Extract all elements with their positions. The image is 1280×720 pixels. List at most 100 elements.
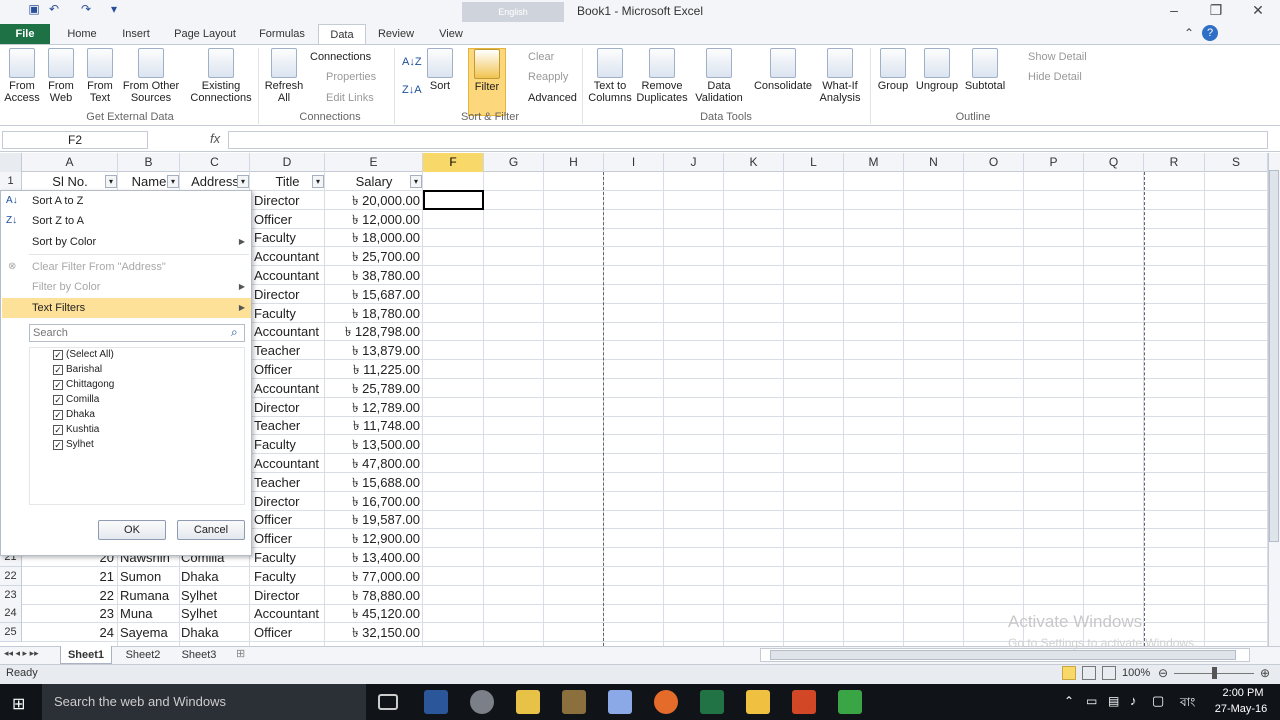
cell-title[interactable]: Faculty bbox=[254, 548, 324, 567]
checkbox-checked-icon[interactable]: ✓ bbox=[53, 350, 63, 360]
reapply-button[interactable]: Reapply bbox=[528, 68, 568, 86]
filter-by-color-item[interactable]: Filter by Color ▶ bbox=[2, 277, 251, 297]
clear-button[interactable]: Clear bbox=[528, 48, 554, 66]
text-to-columns-button[interactable]: Text to Columns bbox=[588, 48, 632, 116]
checkbox-checked-icon[interactable]: ✓ bbox=[53, 440, 63, 450]
from-text-button[interactable]: From Text bbox=[82, 48, 118, 116]
cell-salary[interactable]: ৳ 15,688.00 bbox=[325, 473, 422, 492]
zoom-out-icon[interactable]: ⊖ bbox=[1158, 666, 1168, 680]
column-header-m[interactable]: M bbox=[844, 153, 904, 172]
notification-icon[interactable]: ▢ bbox=[1152, 693, 1164, 709]
page-layout-view-icon[interactable] bbox=[1082, 666, 1096, 680]
select-all-corner[interactable] bbox=[0, 153, 22, 172]
cell-title[interactable]: Director bbox=[254, 285, 324, 304]
cell-salary[interactable]: ৳ 19,587.00 bbox=[325, 510, 422, 529]
column-header-j[interactable]: J bbox=[664, 153, 724, 172]
ribbon-minimize-icon[interactable]: ⌃ bbox=[1184, 26, 1194, 40]
tab-formulas[interactable]: Formulas bbox=[252, 24, 312, 44]
column-header-n[interactable]: N bbox=[904, 153, 964, 172]
checkbox-checked-icon[interactable]: ✓ bbox=[53, 395, 63, 405]
cell-salary[interactable]: ৳ 77,000.00 bbox=[325, 567, 422, 586]
formula-input[interactable] bbox=[228, 131, 1268, 149]
column-header-f[interactable]: F bbox=[423, 153, 484, 172]
clear-filter-item[interactable]: ⊗ Clear Filter From "Address" bbox=[2, 257, 251, 277]
cell-title[interactable]: Faculty bbox=[254, 228, 324, 247]
insert-sheet-icon[interactable]: ⊞ bbox=[236, 647, 245, 660]
filter-dropdown-icon[interactable]: ▾ bbox=[410, 175, 422, 188]
filter-checkbox-item[interactable]: ✓ (Select All) bbox=[53, 347, 233, 362]
zoom-slider-thumb[interactable] bbox=[1212, 667, 1217, 679]
zoom-in-icon[interactable]: ⊕ bbox=[1260, 666, 1270, 680]
cancel-button[interactable]: Cancel bbox=[177, 520, 245, 540]
firefox-icon[interactable] bbox=[654, 690, 678, 714]
ungroup-button[interactable]: Ungroup bbox=[914, 48, 960, 116]
checkbox-checked-icon[interactable]: ✓ bbox=[53, 410, 63, 420]
sort-z-to-a-item[interactable]: Z↓ Sort Z to A bbox=[2, 211, 251, 231]
save-icon[interactable]: ▣ bbox=[26, 2, 42, 20]
ok-button[interactable]: OK bbox=[98, 520, 166, 540]
data-validation-button[interactable]: Data Validation bbox=[690, 48, 748, 116]
column-header-b[interactable]: B bbox=[118, 153, 180, 172]
subtotal-button[interactable]: Subtotal bbox=[962, 48, 1008, 116]
cell-salary[interactable]: ৳ 12,900.00 bbox=[325, 529, 422, 548]
row-header[interactable]: 23 bbox=[0, 585, 22, 605]
tab-file[interactable]: File bbox=[0, 24, 50, 44]
cube-icon[interactable] bbox=[608, 690, 632, 714]
vertical-scroll-thumb[interactable] bbox=[1269, 170, 1279, 542]
filter-button[interactable]: Filter bbox=[468, 48, 506, 116]
app-icon[interactable] bbox=[470, 690, 494, 714]
cell-salary[interactable]: ৳ 18,780.00 bbox=[325, 304, 422, 323]
cell-name[interactable]: Muna bbox=[120, 604, 178, 623]
header-cell-a[interactable]: Sl No. bbox=[22, 172, 118, 191]
page-break-view-icon[interactable] bbox=[1102, 666, 1116, 680]
sort-a-to-z-item[interactable]: A↓ Sort A to Z bbox=[2, 191, 251, 211]
network-icon[interactable]: ▤ bbox=[1108, 694, 1119, 708]
column-header-q[interactable]: Q bbox=[1084, 153, 1144, 172]
cell-title[interactable]: Accountant bbox=[254, 379, 324, 398]
cell-title[interactable]: Officer bbox=[254, 360, 324, 379]
close-button[interactable]: ✕ bbox=[1240, 2, 1276, 22]
cell-address[interactable]: Sylhet bbox=[181, 586, 249, 605]
tab-view[interactable]: View bbox=[428, 24, 474, 44]
undo-icon[interactable]: ↶ bbox=[46, 2, 62, 20]
filter-dropdown-icon[interactable]: ▾ bbox=[312, 175, 324, 188]
filter-checkbox-item[interactable]: ✓ Dhaka bbox=[53, 407, 233, 422]
edit-links-button[interactable]: Edit Links bbox=[326, 89, 374, 107]
cell-title[interactable]: Officer bbox=[254, 510, 324, 529]
cell-title[interactable]: Accountant bbox=[254, 322, 324, 341]
cell-title[interactable]: Officer bbox=[254, 529, 324, 548]
cell-salary[interactable]: ৳ 11,748.00 bbox=[325, 416, 422, 435]
explorer-icon[interactable] bbox=[746, 690, 770, 714]
cell-title[interactable]: Faculty bbox=[254, 435, 324, 454]
column-header-p[interactable]: P bbox=[1024, 153, 1084, 172]
refresh-all-button[interactable]: Refresh All bbox=[262, 48, 306, 116]
filter-dropdown-icon[interactable]: ▾ bbox=[167, 175, 179, 188]
filter-checkbox-item[interactable]: ✓ Kushtia bbox=[53, 422, 233, 437]
cell-sl-no[interactable]: 24 bbox=[22, 623, 116, 642]
header-cell-e[interactable]: Salary bbox=[325, 172, 423, 191]
cell-title[interactable]: Teacher bbox=[254, 473, 324, 492]
cell-title[interactable]: Director bbox=[254, 492, 324, 511]
cell-name[interactable]: Sayema bbox=[120, 623, 178, 642]
minimize-button[interactable]: – bbox=[1156, 2, 1192, 22]
cell-title[interactable]: Officer bbox=[254, 210, 324, 229]
sort-az-icon[interactable]: A↓Z bbox=[402, 56, 422, 68]
cell-salary[interactable]: ৳ 38,780.00 bbox=[325, 266, 422, 285]
row-header[interactable]: 22 bbox=[0, 566, 22, 586]
cell-salary[interactable]: ৳ 45,120.00 bbox=[325, 604, 422, 623]
cell-title[interactable]: Accountant bbox=[254, 454, 324, 473]
cell-salary[interactable]: ৳ 20,000.00 bbox=[325, 191, 422, 210]
cell-title[interactable]: Director bbox=[254, 191, 324, 210]
group-button[interactable]: Group bbox=[874, 48, 912, 116]
consolidate-button[interactable]: Consolidate bbox=[752, 48, 814, 116]
taskbar-time[interactable]: 2:00 PM bbox=[1212, 687, 1274, 699]
row-header[interactable]: 24 bbox=[0, 604, 22, 624]
taskbar-search[interactable]: Search the web and Windows bbox=[42, 684, 366, 720]
filter-checkbox-item[interactable]: ✓ Sylhet bbox=[53, 437, 233, 452]
tab-insert[interactable]: Insert bbox=[112, 24, 160, 44]
column-header-c[interactable]: C bbox=[180, 153, 250, 172]
cell-salary[interactable]: ৳ 78,880.00 bbox=[325, 586, 422, 605]
redo-icon[interactable]: ↷ bbox=[78, 2, 94, 20]
properties-button[interactable]: Properties bbox=[326, 68, 376, 86]
filter-search-input[interactable] bbox=[29, 324, 245, 342]
